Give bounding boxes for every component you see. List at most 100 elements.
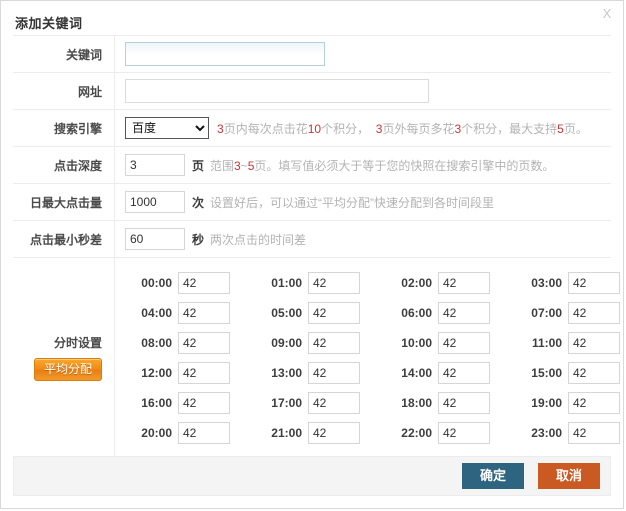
hint-text: 个积分，最大支持	[461, 122, 557, 136]
confirm-button[interactable]: 确定	[462, 463, 524, 489]
hour-label: 00:00	[125, 276, 172, 290]
hour-label: 23:00	[515, 426, 562, 440]
min-interval-hint: 两次点击的时间差	[210, 231, 306, 248]
hour-value-input[interactable]	[178, 302, 230, 324]
hour-value-input[interactable]	[178, 362, 230, 384]
hour-cell: 13:00	[255, 358, 385, 388]
form-area: 关键词 网址 搜索引擎 百度 3页内每次点击花10个积分， 3页外每页多花3个积…	[13, 35, 611, 457]
hour-label: 06:00	[385, 306, 432, 320]
hour-cell: 01:00	[255, 268, 385, 298]
min-interval-field-wrap: 秒 两次点击的时间差	[114, 228, 611, 250]
hour-value-input[interactable]	[568, 302, 620, 324]
hint-number: 3	[217, 122, 224, 136]
hour-value-input[interactable]	[438, 302, 490, 324]
hour-value-input[interactable]	[568, 392, 620, 414]
hour-value-input[interactable]	[308, 272, 360, 294]
hint-number: 3	[234, 159, 241, 173]
average-distribute-button[interactable]: 平均分配	[34, 358, 102, 381]
hour-label: 03:00	[515, 276, 562, 290]
page-title: 添加关键词	[15, 13, 83, 32]
hourly-settings-label: 分时设置	[54, 334, 102, 351]
hourly-settings-label-wrap: 分时设置 平均分配	[13, 258, 114, 456]
hour-cell: 02:00	[385, 268, 515, 298]
hour-value-input[interactable]	[568, 332, 620, 354]
daily-max-field-wrap: 次 设置好后，可以通过“平均分配”快速分配到各时间段里	[114, 191, 611, 213]
url-input[interactable]	[125, 79, 429, 103]
hour-value-input[interactable]	[438, 392, 490, 414]
form-row-keyword: 关键词	[13, 36, 611, 73]
hint-text: 页内每次点击花	[224, 122, 308, 136]
hour-label: 21:00	[255, 426, 302, 440]
hourly-grid: 00:00 01:00 02:00 03:00 04:00 05:00 06:00 07:00…	[114, 258, 624, 456]
hour-label: 05:00	[255, 306, 302, 320]
hour-label: 14:00	[385, 366, 432, 380]
hour-value-input[interactable]	[308, 422, 360, 444]
url-field-wrap	[114, 79, 611, 103]
daily-max-input[interactable]	[125, 191, 185, 213]
hour-label: 02:00	[385, 276, 432, 290]
hour-value-input[interactable]	[308, 392, 360, 414]
hour-value-input[interactable]	[178, 422, 230, 444]
hour-cell: 21:00	[255, 418, 385, 448]
hour-value-input[interactable]	[438, 362, 490, 384]
hour-cell: 06:00	[385, 298, 515, 328]
form-row-hourly-settings: 分时设置 平均分配 00:00 01:00 02:00 03:00 04:00 05:00…	[13, 258, 611, 457]
hour-cell: 07:00	[515, 298, 624, 328]
hint-number: 5	[557, 122, 564, 136]
hour-cell: 20:00	[125, 418, 255, 448]
form-row-search-engine: 搜索引擎 百度 3页内每次点击花10个积分， 3页外每页多花3个积分，最大支持5…	[13, 110, 611, 147]
hour-label: 10:00	[385, 336, 432, 350]
hour-value-input[interactable]	[438, 332, 490, 354]
hour-value-input[interactable]	[568, 422, 620, 444]
hour-cell: 08:00	[125, 328, 255, 358]
daily-max-label: 日最大点击量	[13, 194, 114, 211]
search-engine-select[interactable]: 百度	[125, 117, 209, 139]
click-depth-input[interactable]	[125, 154, 185, 176]
url-label: 网址	[13, 83, 114, 100]
daily-max-unit: 次	[192, 194, 204, 211]
hint-text: 页外每页多花	[382, 122, 454, 136]
form-row-click-depth: 点击深度 页 范围3~5页。填写值必须大于等于您的快照在搜索引擎中的页数。	[13, 147, 611, 184]
keyword-field-wrap	[114, 42, 611, 66]
hint-text: 页。填写值必须大于等于您的快照在搜索引擎中的页数。	[254, 159, 554, 173]
cancel-button[interactable]: 取消	[538, 463, 600, 489]
hour-cell: 11:00	[515, 328, 624, 358]
form-row-daily-max: 日最大点击量 次 设置好后，可以通过“平均分配”快速分配到各时间段里	[13, 184, 611, 221]
hour-cell: 17:00	[255, 388, 385, 418]
hour-cell: 15:00	[515, 358, 624, 388]
min-interval-input[interactable]	[125, 228, 185, 250]
hour-cell: 04:00	[125, 298, 255, 328]
hour-value-input[interactable]	[178, 332, 230, 354]
hour-value-input[interactable]	[308, 362, 360, 384]
hour-cell: 22:00	[385, 418, 515, 448]
hint-text: ~	[241, 159, 248, 173]
hour-value-input[interactable]	[438, 422, 490, 444]
hour-label: 04:00	[125, 306, 172, 320]
hour-value-input[interactable]	[178, 392, 230, 414]
hour-cell: 12:00	[125, 358, 255, 388]
hour-value-input[interactable]	[568, 272, 620, 294]
hour-label: 09:00	[255, 336, 302, 350]
hour-value-input[interactable]	[178, 272, 230, 294]
hour-cell: 23:00	[515, 418, 624, 448]
hour-cell: 10:00	[385, 328, 515, 358]
dialog-title-bar: 添加关键词 X	[1, 1, 623, 35]
hour-value-input[interactable]	[438, 272, 490, 294]
click-depth-field-wrap: 页 范围3~5页。填写值必须大于等于您的快照在搜索引擎中的页数。	[114, 154, 611, 176]
keyword-input[interactable]	[125, 42, 325, 66]
hour-label: 08:00	[125, 336, 172, 350]
add-keyword-dialog: 添加关键词 X 关键词 网址 搜索引擎 百度 3页内每次点击花10个	[0, 0, 624, 509]
hour-label: 22:00	[385, 426, 432, 440]
hour-label: 15:00	[515, 366, 562, 380]
hour-cell: 09:00	[255, 328, 385, 358]
close-icon[interactable]: X	[599, 6, 615, 22]
hour-value-input[interactable]	[308, 332, 360, 354]
hour-label: 12:00	[125, 366, 172, 380]
hour-label: 07:00	[515, 306, 562, 320]
hour-value-input[interactable]	[308, 302, 360, 324]
hint-text: 页。	[564, 122, 588, 136]
hour-label: 01:00	[255, 276, 302, 290]
form-row-min-interval: 点击最小秒差 秒 两次点击的时间差	[13, 221, 611, 258]
hour-value-input[interactable]	[568, 362, 620, 384]
daily-max-hint: 设置好后，可以通过“平均分配”快速分配到各时间段里	[210, 194, 494, 211]
